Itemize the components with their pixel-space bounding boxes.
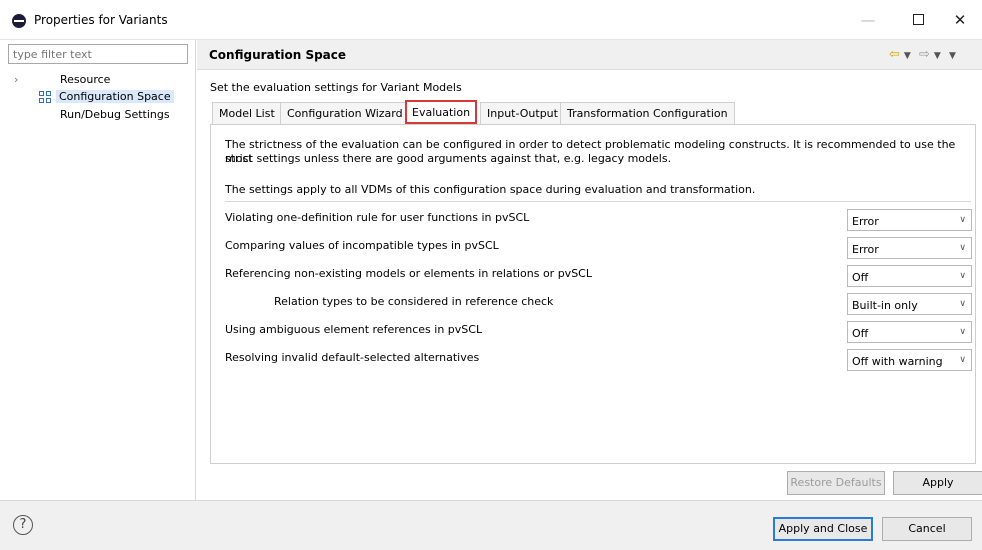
tab-input-output[interactable]: Input-Output	[480, 102, 565, 124]
minimize-button[interactable]: —	[848, 7, 888, 33]
tab-transformation-configuration[interactable]: Transformation Configuration	[560, 102, 735, 124]
tree-item-run-debug-settings[interactable]: Run/Debug Settings	[60, 108, 170, 121]
back-arrow-icon[interactable]: ⇦	[889, 47, 900, 62]
dropdown-value: Error	[852, 215, 879, 228]
page-description: Set the evaluation settings for Variant …	[210, 81, 462, 94]
setting-label: Comparing values of incompatible types i…	[225, 239, 499, 252]
tree-item-configuration-space[interactable]: Configuration Space	[56, 90, 174, 103]
setting-label: Violating one-definition rule for user f…	[225, 211, 530, 224]
setting-dropdown-default-selected-alternatives[interactable]: Off with warning ∨	[847, 349, 972, 371]
intro-line-3: The settings apply to all VDMs of this c…	[225, 183, 756, 196]
setting-dropdown-non-existing-models[interactable]: Off ∨	[847, 265, 972, 287]
dialog-footer: ? Apply and Close Cancel	[0, 500, 982, 550]
setting-label: Using ambiguous element references in pv…	[225, 323, 483, 336]
maximize-icon	[912, 13, 924, 25]
dropdown-value: Off with warning	[852, 355, 943, 368]
apply-button[interactable]: Apply	[893, 471, 982, 495]
eclipse-icon	[12, 14, 26, 28]
chevron-down-icon: ∨	[959, 355, 966, 365]
dropdown-value: Built-in only	[852, 299, 918, 312]
chevron-down-icon: ∨	[959, 215, 966, 225]
window-title: Properties for Variants	[34, 13, 168, 27]
setting-label: Relation types to be considered in refer…	[274, 295, 554, 308]
history-nav: ⇦ ▼ ⇨ ▼ ▼	[889, 47, 960, 62]
setting-dropdown-incompatible-types[interactable]: Error ∨	[847, 237, 972, 259]
setting-label: Resolving invalid default-selected alter…	[225, 351, 480, 364]
close-button[interactable]: ✕	[940, 7, 980, 33]
filter-input[interactable]	[8, 44, 188, 64]
divider	[225, 201, 971, 202]
dropdown-value: Off	[852, 271, 869, 284]
intro-line-2: strict settings unless there are good ar…	[225, 152, 672, 165]
page-header: Configuration Space ⇦ ▼ ⇨ ▼ ▼	[197, 40, 982, 70]
chevron-down-icon: ∨	[959, 327, 966, 337]
chevron-down-icon: ∨	[959, 243, 966, 253]
setting-dropdown-relation-types[interactable]: Built-in only ∨	[847, 293, 972, 315]
dropdown-value: Error	[852, 243, 879, 256]
back-dropdown-icon[interactable]: ▼	[904, 51, 911, 61]
tab-bar: Model List Configuration Wizard Evaluati…	[210, 100, 982, 124]
tab-configuration-wizard[interactable]: Configuration Wizard	[280, 102, 410, 124]
forward-dropdown-icon[interactable]: ▼	[934, 51, 941, 61]
cancel-button[interactable]: Cancel	[882, 517, 972, 541]
chevron-down-icon: ∨	[959, 299, 966, 309]
setting-dropdown-ambiguous-references[interactable]: Off ∨	[847, 321, 972, 343]
tab-evaluation[interactable]: Evaluation	[405, 100, 478, 124]
restore-defaults-button[interactable]: Restore Defaults	[787, 471, 885, 495]
maximize-button[interactable]	[898, 7, 938, 33]
configuration-space-icon	[39, 91, 51, 103]
dropdown-value: Off	[852, 327, 869, 340]
apply-and-close-button[interactable]: Apply and Close	[773, 517, 873, 541]
help-icon[interactable]: ?	[13, 515, 33, 535]
title-bar: Properties for Variants — ✕	[0, 0, 982, 40]
chevron-down-icon: ∨	[959, 271, 966, 281]
expand-arrow-icon[interactable]: ›	[14, 73, 18, 86]
page-title: Configuration Space	[209, 48, 347, 62]
evaluation-panel: The strictness of the evaluation can be …	[210, 124, 976, 464]
forward-arrow-icon[interactable]: ⇨	[919, 47, 930, 62]
setting-dropdown-one-definition[interactable]: Error ∨	[847, 209, 972, 231]
tree-item-resource[interactable]: Resource	[60, 73, 110, 86]
tab-model-list[interactable]: Model List	[212, 102, 282, 124]
setting-label: Referencing non-existing models or eleme…	[225, 267, 592, 280]
view-menu-icon[interactable]: ▼	[949, 51, 956, 61]
